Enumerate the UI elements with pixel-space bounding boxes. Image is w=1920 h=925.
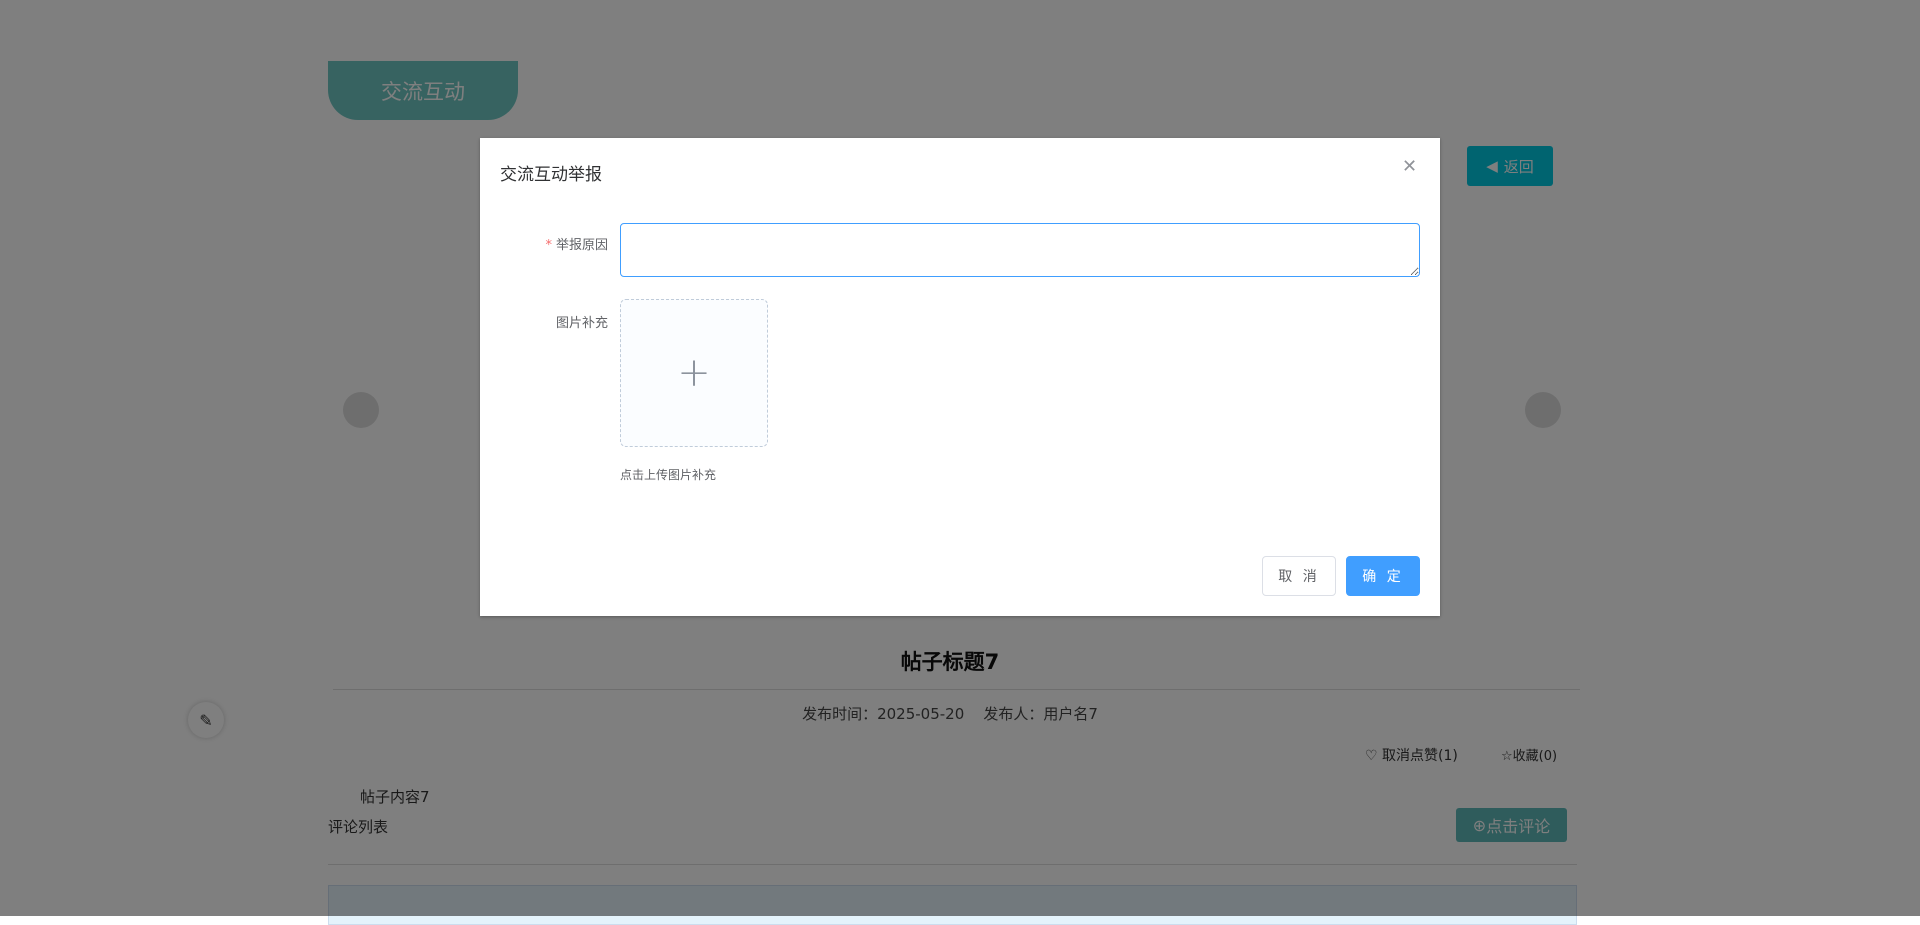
reason-label: * 举报原因 [545,238,608,253]
dialog-title: 交流互动举报 [500,165,602,185]
confirm-button[interactable]: 确 定 [1346,556,1420,596]
plus-icon: + [677,350,711,396]
close-icon[interactable]: ✕ [1402,156,1417,177]
reason-input[interactable] [620,223,1420,277]
report-dialog: 交流互动举报 ✕ * 举报原因 图片补充 + 点击上传图片补充 取 消 确 定 [480,138,1440,616]
image-upload[interactable]: + [620,299,768,447]
cancel-button[interactable]: 取 消 [1262,556,1336,596]
upload-hint: 点击上传图片补充 [620,468,717,482]
image-label: 图片补充 [555,316,608,331]
